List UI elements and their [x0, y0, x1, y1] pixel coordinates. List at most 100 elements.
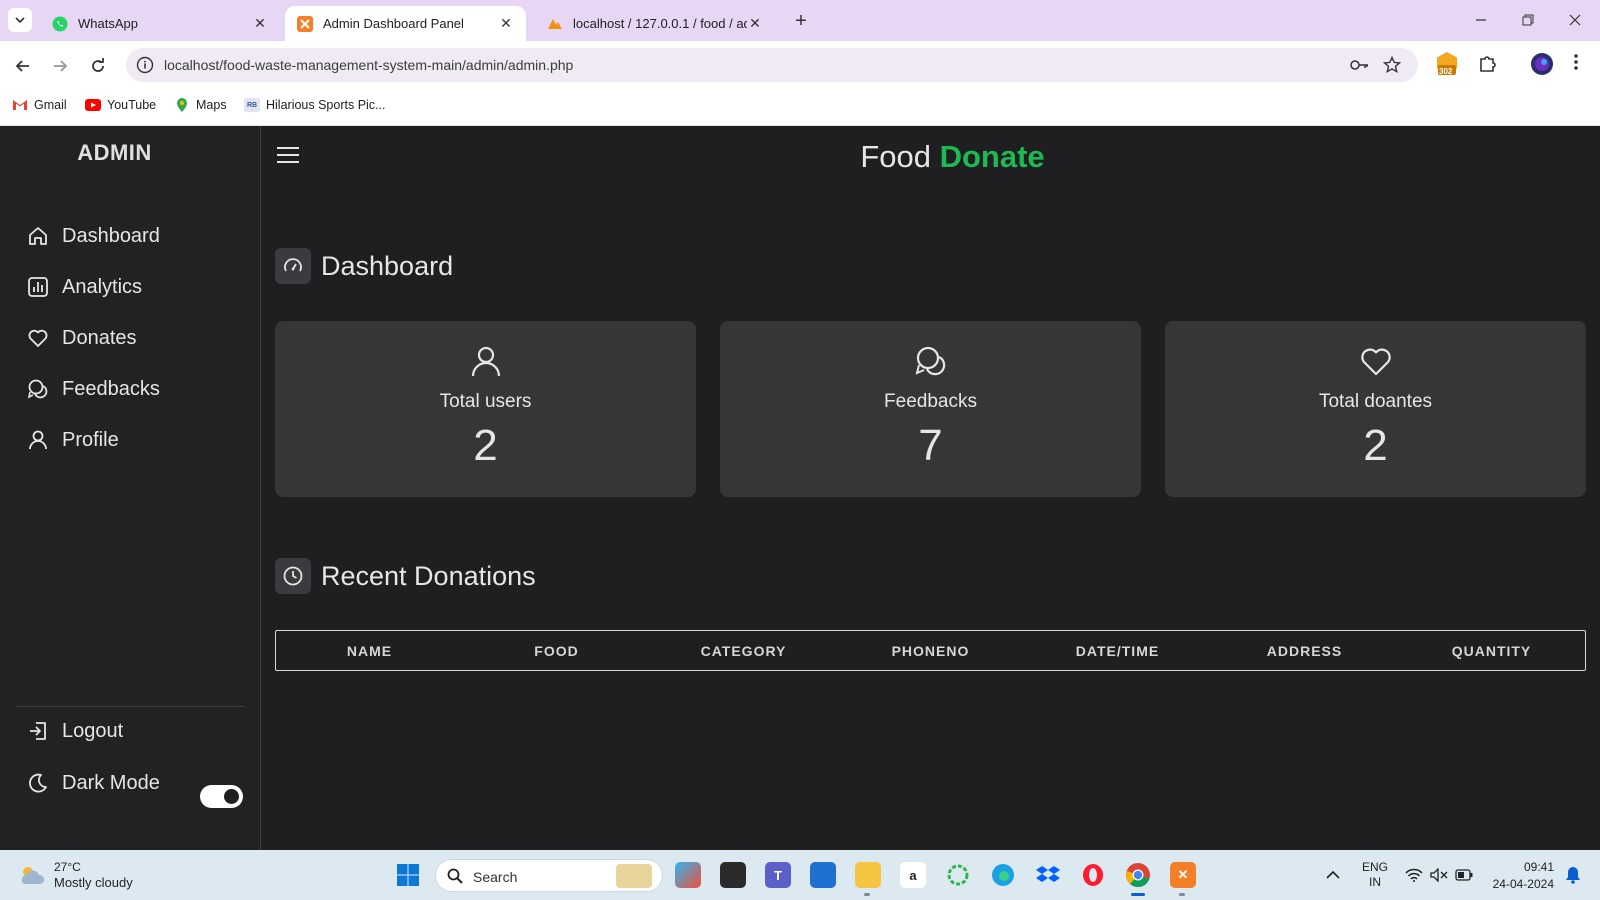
arrow-left-icon — [15, 60, 29, 72]
bookmark-label: Maps — [196, 98, 227, 112]
speaker-muted-icon — [1430, 868, 1448, 882]
search-icon — [447, 868, 463, 884]
extension-honey[interactable]: 302 — [1436, 51, 1458, 82]
weather-widget[interactable]: 27°C Mostly cloudy — [18, 859, 133, 891]
logout-button[interactable]: Logout — [26, 719, 123, 743]
network-status[interactable] — [1405, 850, 1423, 900]
close-tab-icon[interactable]: ✕ — [252, 15, 268, 32]
minimize-button[interactable] — [1466, 8, 1496, 32]
running-app-indicator — [1179, 893, 1185, 896]
close-icon — [1569, 14, 1581, 26]
close-tab-icon[interactable]: ✕ — [747, 15, 763, 32]
start-button[interactable] — [395, 862, 421, 888]
gmail-icon — [12, 98, 28, 112]
bookmark-hilarious-sports[interactable]: RB Hilarious Sports Pic... — [244, 98, 385, 112]
chrome-browser-icon[interactable] — [1125, 862, 1151, 888]
close-window-button[interactable] — [1560, 8, 1590, 32]
profile-avatar[interactable] — [1530, 52, 1554, 81]
cloud-icon — [21, 867, 45, 884]
stat-label: Total users — [439, 391, 532, 412]
new-tab-button[interactable]: + — [790, 10, 812, 33]
site-info-icon[interactable] — [136, 56, 154, 79]
moon-icon — [26, 771, 50, 795]
extensions-button[interactable] — [1478, 53, 1498, 78]
microsoft-store-icon[interactable] — [810, 862, 836, 888]
dark-mode-toggle[interactable] — [200, 785, 243, 808]
whatsapp-icon — [52, 16, 68, 31]
copilot-app-icon[interactable] — [675, 862, 701, 888]
bookmark-maps[interactable]: Maps — [174, 98, 227, 112]
kebab-menu-icon — [1574, 54, 1578, 70]
teams-icon[interactable]: T — [765, 862, 791, 888]
file-explorer-icon[interactable] — [855, 862, 881, 888]
tab-whatsapp[interactable]: WhatsApp ✕ — [40, 6, 280, 41]
tab-title: Admin Dashboard Panel — [323, 16, 464, 31]
clock-icon — [275, 558, 311, 594]
back-button[interactable] — [10, 53, 36, 79]
restore-button[interactable] — [1513, 8, 1543, 32]
taskbar-search[interactable]: Search — [435, 859, 663, 892]
tab-phpmyadmin[interactable]: localhost / 127.0.0.1 / food / ad ✕ — [535, 6, 775, 41]
url-text[interactable]: localhost/food-waste-management-system-m… — [164, 57, 573, 73]
column-header[interactable]: FOOD — [463, 643, 650, 659]
search-placeholder: Search — [473, 869, 518, 885]
show-hidden-icons-button[interactable] — [1326, 850, 1340, 900]
language-indicator[interactable]: ENG IN — [1362, 850, 1388, 900]
sidebar-item-dashboard[interactable]: Dashboard — [26, 224, 160, 248]
opera-browser-icon[interactable] — [1080, 862, 1106, 888]
task-view-icon[interactable] — [720, 862, 746, 888]
sidebar-item-feedbacks[interactable]: Feedbacks — [26, 377, 160, 401]
sidebar-item-analytics[interactable]: Analytics — [26, 275, 142, 299]
column-header[interactable]: NAME — [276, 643, 463, 659]
stat-value: 7 — [918, 421, 943, 470]
xampp-app-icon[interactable]: ✕ — [1170, 862, 1196, 888]
address-bar[interactable]: localhost/food-waste-management-system-m… — [126, 48, 1418, 82]
reload-button[interactable] — [85, 53, 111, 79]
app-spinner-icon[interactable] — [945, 862, 971, 888]
battery-status[interactable] — [1455, 850, 1473, 900]
bookmark-youtube[interactable]: YouTube — [85, 98, 156, 112]
column-header[interactable]: CATEGORY — [650, 643, 837, 659]
amazon-icon[interactable]: a — [900, 862, 926, 888]
dropbox-icon[interactable] — [1035, 862, 1061, 888]
running-app-indicator — [864, 893, 870, 896]
stat-value: 2 — [473, 421, 498, 470]
close-tab-icon[interactable]: ✕ — [498, 15, 514, 32]
password-key-icon[interactable] — [1349, 56, 1369, 79]
region-code: IN — [1369, 875, 1381, 889]
stat-label: Total doantes — [1318, 391, 1433, 412]
edge-browser-icon[interactable] — [990, 862, 1016, 888]
chevron-down-icon — [15, 17, 25, 24]
column-header[interactable]: DATE/TIME — [1024, 643, 1211, 659]
stat-card-total-donates: Total doantes 2 — [1165, 321, 1586, 497]
bookmark-label: Gmail — [34, 98, 67, 112]
notifications-button[interactable] — [1565, 850, 1581, 900]
bookmark-gmail[interactable]: Gmail — [12, 98, 67, 112]
sidebar-brand: ADMIN — [77, 140, 152, 165]
sidebar-item-profile[interactable]: Profile — [26, 428, 119, 452]
chrome-menu-button[interactable] — [1573, 53, 1579, 76]
youtube-icon — [85, 98, 101, 112]
tab-search-button[interactable] — [8, 8, 32, 32]
column-header[interactable]: PHONENO — [837, 643, 1024, 659]
tab-title: localhost / 127.0.0.1 / food / ad — [573, 16, 747, 31]
bell-icon — [1566, 867, 1580, 884]
browser-toolbar: localhost/food-waste-management-system-m… — [0, 41, 1600, 90]
volume-status[interactable] — [1430, 850, 1448, 900]
wifi-icon — [1405, 868, 1423, 882]
taskbar-clock[interactable]: 09:41 24-04-2024 — [1493, 859, 1554, 893]
column-header[interactable]: QUANTITY — [1398, 643, 1585, 659]
user-icon — [275, 344, 696, 378]
xampp-icon — [297, 15, 313, 32]
bookmark-star-icon[interactable] — [1382, 55, 1402, 79]
sidebar-item-label: Analytics — [62, 275, 143, 298]
sidebar-item-donates[interactable]: Donates — [26, 326, 137, 350]
clock-date: 24-04-2024 — [1492, 877, 1554, 891]
stat-value: 2 — [1363, 421, 1388, 470]
sidebar-item-label: Feedbacks — [62, 377, 160, 400]
forward-button[interactable] — [47, 53, 73, 79]
column-header[interactable]: ADDRESS — [1211, 643, 1398, 659]
chevron-up-icon — [1326, 870, 1340, 879]
tab-title: WhatsApp — [78, 16, 138, 31]
tab-admin-dashboard[interactable]: Admin Dashboard Panel ✕ — [285, 6, 526, 41]
